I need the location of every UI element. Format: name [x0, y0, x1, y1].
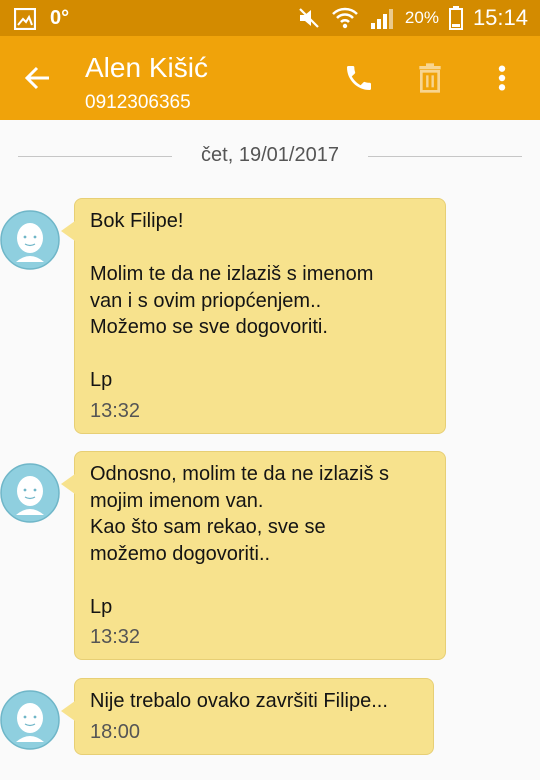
message-text: Bok Filipe! Molim te da ne izlaziš s ime… [90, 210, 374, 391]
message-bubble[interactable]: Odnosno, molim te da ne izlaziš s mojim … [61, 451, 446, 660]
message-time: 18:00 [90, 720, 141, 743]
signal-icon [370, 9, 393, 29]
wifi-icon [332, 7, 358, 29]
avatar-icon[interactable] [0, 463, 60, 523]
date-label: čet, 19/01/2017 [201, 144, 339, 166]
back-arrow-icon[interactable] [22, 62, 54, 94]
battery-percent: 20% [404, 8, 439, 27]
image-icon [14, 7, 36, 30]
trash-icon[interactable] [414, 62, 446, 94]
avatar-icon[interactable] [0, 690, 60, 750]
date-separator: čet, 19/01/2017 [18, 144, 522, 170]
divider-line [368, 156, 522, 157]
divider-line [18, 156, 172, 157]
message-bubble[interactable]: Nije trebalo ovako završiti Filipe... 18… [61, 678, 434, 755]
status-bar: 0° 20% 15:14 [0, 0, 540, 36]
contact-number: 0912306365 [85, 92, 191, 113]
message-time: 13:32 [90, 626, 141, 648]
contact-name: Alen Kišić [85, 52, 208, 83]
message-time: 13:32 [90, 399, 141, 422]
status-clock: 15:14 [472, 5, 528, 30]
conversation-header: Alen Kišić 0912306365 [0, 36, 540, 120]
battery-icon [448, 6, 463, 30]
mute-icon [299, 8, 319, 28]
message-text: Odnosno, molim te da ne izlaziš s mojim … [90, 463, 390, 618]
temperature-readout: 0° [50, 7, 70, 29]
avatar-icon[interactable] [0, 210, 60, 270]
more-vertical-icon[interactable] [486, 62, 518, 94]
message-bubble[interactable]: Bok Filipe! Molim te da ne izlaziš s ime… [61, 198, 446, 434]
phone-icon[interactable] [343, 62, 375, 94]
message-text: Nije trebalo ovako završiti Filipe... [90, 690, 388, 712]
